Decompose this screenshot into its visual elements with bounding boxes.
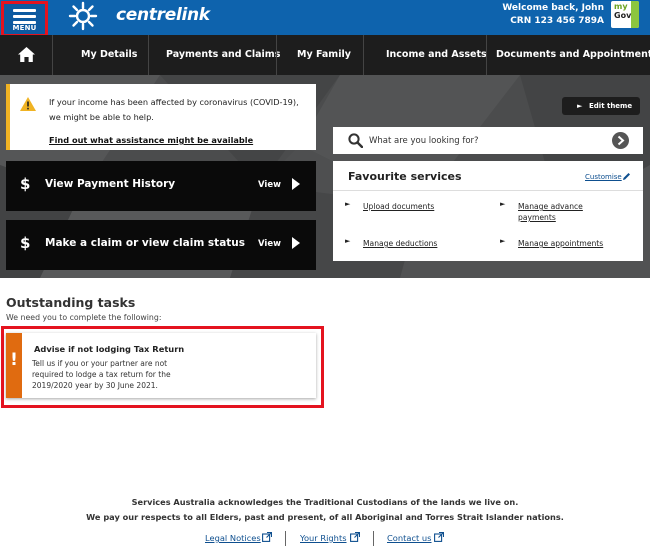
mygov-my-text: my bbox=[614, 2, 628, 11]
nav-divider bbox=[148, 35, 149, 75]
contact-us-link[interactable]: Contact us bbox=[387, 533, 432, 543]
mygov-stripe bbox=[631, 1, 639, 28]
task-description: Tell us if you or your partner are not r… bbox=[32, 359, 171, 390]
nav-divider bbox=[52, 35, 53, 75]
alert-line-2: we might be able to help. bbox=[49, 112, 154, 122]
bullet-triangle-icon: ► bbox=[345, 200, 351, 208]
dashboard-hero: If your income has been affected by coro… bbox=[0, 75, 650, 278]
footer-divider bbox=[373, 531, 374, 546]
bullet-triangle-icon: ► bbox=[500, 237, 506, 245]
task-accent-bar: ! bbox=[6, 333, 22, 398]
dollar-icon: $ bbox=[20, 175, 31, 193]
crn-text: CRN 123 456 789A bbox=[510, 16, 604, 26]
alert-message: If your income has been affected by coro… bbox=[49, 95, 314, 125]
warning-icon bbox=[20, 97, 36, 111]
mygov-gov-text: Gov bbox=[614, 11, 632, 20]
centrelink-logo-text[interactable]: centrelink bbox=[116, 5, 210, 25]
menu-label: MENU bbox=[12, 24, 37, 32]
alert-line-1: If your income has been affected by coro… bbox=[49, 97, 299, 107]
chevron-right-icon: ► bbox=[577, 102, 583, 110]
acknowledgement-line-2: We pay our respects to all Elders, past … bbox=[86, 512, 564, 522]
assistance-link[interactable]: Find out what assistance might be availa… bbox=[49, 135, 253, 145]
main-nav: My Details Payments and Claims My Family… bbox=[0, 35, 650, 75]
customise-link[interactable]: Customise bbox=[585, 173, 622, 181]
fav-upload-documents[interactable]: Upload documents bbox=[363, 201, 434, 212]
dollar-icon: $ bbox=[20, 234, 31, 252]
top-header: MENU centrelink Welcome back, John CRN 1… bbox=[0, 0, 650, 37]
favourite-services-title: Favourite services bbox=[348, 170, 462, 183]
external-link-icon bbox=[262, 532, 272, 542]
view-payment-history-button[interactable]: $ View Payment History View bbox=[6, 161, 316, 211]
nav-divider bbox=[363, 35, 364, 75]
covid-alert: If your income has been affected by coro… bbox=[6, 84, 316, 150]
home-icon[interactable] bbox=[18, 47, 35, 62]
centrelink-star-icon[interactable] bbox=[68, 1, 98, 31]
legal-notices-link[interactable]: Legal Notices bbox=[205, 533, 261, 543]
nav-payments-and-claims[interactable]: Payments and Claims bbox=[166, 35, 280, 75]
outstanding-tasks-subtitle: We need you to complete the following: bbox=[6, 313, 162, 322]
welcome-text: Welcome back, John bbox=[502, 3, 604, 13]
nav-documents-and-appointments[interactable]: Documents and Appointments bbox=[496, 35, 650, 75]
fav-manage-appointments[interactable]: Manage appointments bbox=[518, 238, 603, 249]
arrow-right-icon bbox=[292, 237, 300, 249]
nav-divider bbox=[486, 35, 487, 75]
edit-theme-label: Edit theme bbox=[589, 102, 633, 110]
tax-return-task-card[interactable]: ! Advise if not lodging Tax Return Tell … bbox=[6, 333, 316, 398]
search-icon bbox=[348, 133, 363, 148]
divider bbox=[333, 190, 643, 191]
bullet-triangle-icon: ► bbox=[345, 237, 351, 245]
favourite-services-panel: Favourite services Customise ► Upload do… bbox=[333, 161, 643, 261]
search-go-icon[interactable] bbox=[612, 132, 629, 149]
menu-button[interactable]: MENU bbox=[1, 1, 48, 37]
fav-manage-advance-payments[interactable]: Manage advance payments bbox=[518, 201, 608, 223]
mygov-logo[interactable]: my Gov bbox=[611, 1, 639, 28]
pencil-icon[interactable] bbox=[622, 172, 631, 181]
welcome-block: Welcome back, John CRN 123 456 789A bbox=[502, 2, 604, 28]
exclamation-icon: ! bbox=[10, 350, 18, 370]
search-input[interactable] bbox=[369, 132, 599, 149]
outstanding-tasks-title: Outstanding tasks bbox=[6, 295, 136, 310]
search-bar bbox=[333, 127, 643, 154]
fav-manage-deductions[interactable]: Manage deductions bbox=[363, 238, 437, 249]
edit-theme-button[interactable]: ► Edit theme bbox=[562, 97, 640, 115]
arrow-right-icon bbox=[292, 178, 300, 190]
task-heading: Advise if not lodging Tax Return bbox=[34, 344, 185, 354]
action-title: Make a claim or view claim status bbox=[45, 237, 246, 249]
nav-my-family[interactable]: My Family bbox=[297, 35, 351, 75]
make-claim-button[interactable]: $ Make a claim or view claim status View bbox=[6, 220, 316, 270]
acknowledgement-line-1: Services Australia acknowledges the Trad… bbox=[131, 497, 519, 507]
nav-income-and-assets[interactable]: Income and Assets bbox=[386, 35, 487, 75]
bullet-triangle-icon: ► bbox=[500, 200, 506, 208]
external-link-icon bbox=[350, 532, 360, 542]
nav-my-details[interactable]: My Details bbox=[81, 35, 137, 75]
action-cta: View bbox=[258, 180, 281, 190]
action-cta: View bbox=[258, 239, 281, 249]
action-title: View Payment History bbox=[45, 178, 176, 190]
external-link-icon bbox=[434, 532, 444, 542]
nav-divider bbox=[276, 35, 277, 75]
your-rights-link[interactable]: Your Rights bbox=[300, 533, 347, 543]
footer-divider bbox=[285, 531, 286, 546]
